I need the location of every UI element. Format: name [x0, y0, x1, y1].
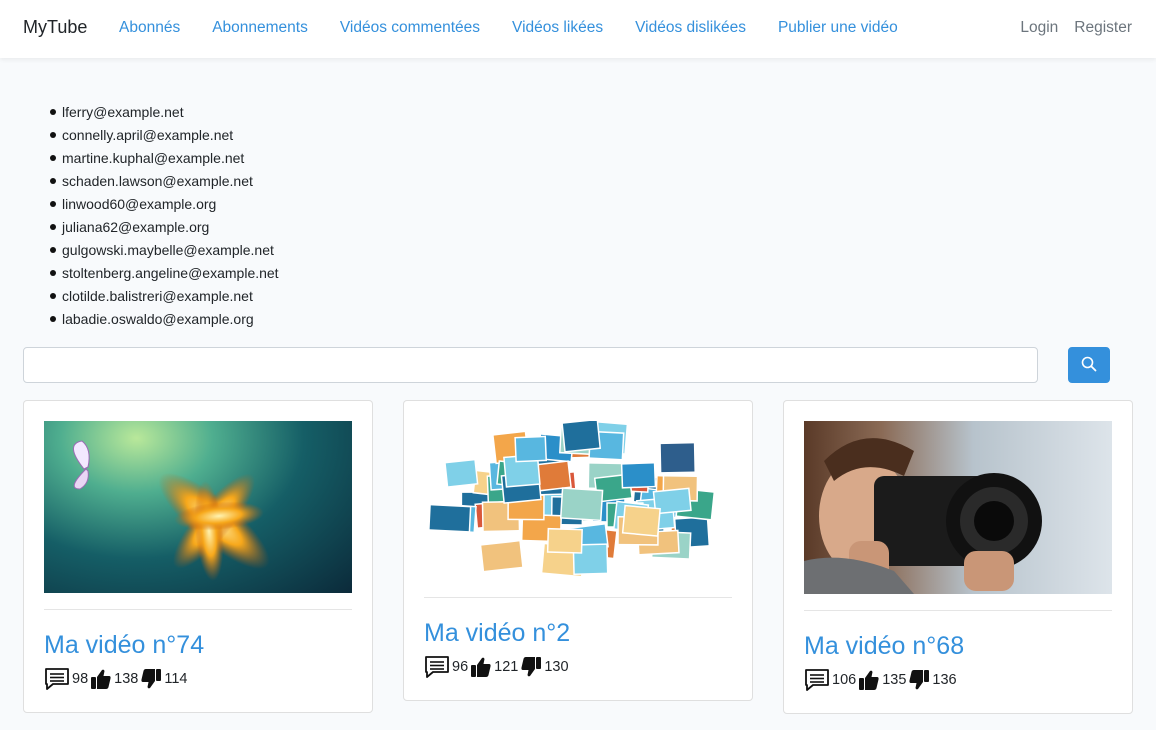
list-item: clotilde.balistreri@example.net [48, 285, 279, 308]
nav-links: Abonnés Abonnements Vidéos commentées Vi… [119, 19, 930, 37]
collage-tile [444, 458, 479, 488]
collage-tile [561, 421, 602, 453]
list-item: linwood60@example.org [48, 193, 279, 216]
register-link[interactable]: Register [1074, 19, 1132, 37]
thumbs-down-icon[interactable] [520, 656, 542, 678]
collage-tile [621, 504, 661, 537]
nav-link-videos-commentees[interactable]: Vidéos commentées [340, 19, 480, 37]
video-card: Ma vidéo n°2 96 121 130 [403, 400, 753, 701]
collage-tile [546, 527, 583, 554]
collage-tile [428, 503, 472, 533]
subscriber-email-list: lferry@example.net connelly.april@exampl… [48, 101, 279, 331]
thumbs-up-icon[interactable] [858, 669, 880, 691]
list-item: connelly.april@example.net [48, 124, 279, 147]
thumbs-down-icon[interactable] [908, 669, 930, 691]
thumbs-down-icon[interactable] [140, 668, 162, 690]
video-card: Ma vidéo n°68 106 135 136 [783, 400, 1133, 714]
dislike-count: 114 [164, 671, 188, 687]
comment-count: 98 [72, 671, 89, 687]
like-count: 135 [882, 672, 907, 688]
search-input[interactable] [23, 347, 1038, 383]
nav-link-publier-video[interactable]: Publier une vidéo [778, 19, 898, 37]
login-link[interactable]: Login [1020, 19, 1058, 37]
list-item: juliana62@example.org [48, 216, 279, 239]
video-thumbnail[interactable] [424, 421, 732, 581]
comment-icon [424, 655, 450, 679]
search-icon [1081, 356, 1097, 375]
comment-count: 106 [832, 672, 857, 688]
video-title[interactable]: Ma vidéo n°2 [424, 619, 570, 648]
collage-tile [534, 460, 572, 492]
list-item: schaden.lawson@example.net [48, 170, 279, 193]
video-stats: 96 121 130 [424, 655, 571, 679]
list-item: gulgowski.maybelle@example.net [48, 239, 279, 262]
navbar: MyTube Abonnés Abonnements Vidéos commen… [0, 0, 1156, 58]
brand-logo[interactable]: MyTube [23, 17, 87, 38]
video-card: Ma vidéo n°74 98 138 114 [23, 400, 373, 713]
nav-link-videos-likees[interactable]: Vidéos likées [512, 19, 603, 37]
video-stats: 98 138 114 [44, 667, 189, 691]
nav-link-abonnements[interactable]: Abonnements [212, 19, 308, 37]
comment-icon [44, 667, 70, 691]
dislike-count: 136 [932, 672, 957, 688]
collage-tile [479, 539, 524, 573]
list-item: labadie.oswaldo@example.org [48, 308, 279, 331]
video-title[interactable]: Ma vidéo n°68 [804, 632, 964, 661]
video-thumbnail[interactable] [804, 421, 1112, 594]
nav-auth-links: Login Register [1004, 19, 1132, 37]
comment-icon [804, 668, 830, 692]
video-stats: 106 135 136 [804, 668, 959, 692]
collage-tile [514, 435, 548, 463]
nav-link-videos-dislikees[interactable]: Vidéos dislikées [635, 19, 746, 37]
like-count: 121 [494, 659, 519, 675]
list-item: stoltenberg.angeline@example.net [48, 262, 279, 285]
list-item: martine.kuphal@example.net [48, 147, 279, 170]
dislike-count: 130 [544, 659, 569, 675]
thumbs-up-icon[interactable] [470, 656, 492, 678]
collage-tile [620, 461, 657, 489]
like-count: 138 [114, 671, 139, 687]
video-title[interactable]: Ma vidéo n°74 [44, 631, 204, 660]
video-thumbnail[interactable] [44, 421, 352, 593]
comment-count: 96 [452, 659, 469, 675]
search-button[interactable] [1068, 347, 1110, 383]
list-item: lferry@example.net [48, 101, 279, 124]
collage-tile [559, 487, 604, 522]
nav-link-abonnes[interactable]: Abonnés [119, 19, 180, 37]
thumbs-up-icon[interactable] [90, 668, 112, 690]
collage-tile [659, 441, 696, 474]
